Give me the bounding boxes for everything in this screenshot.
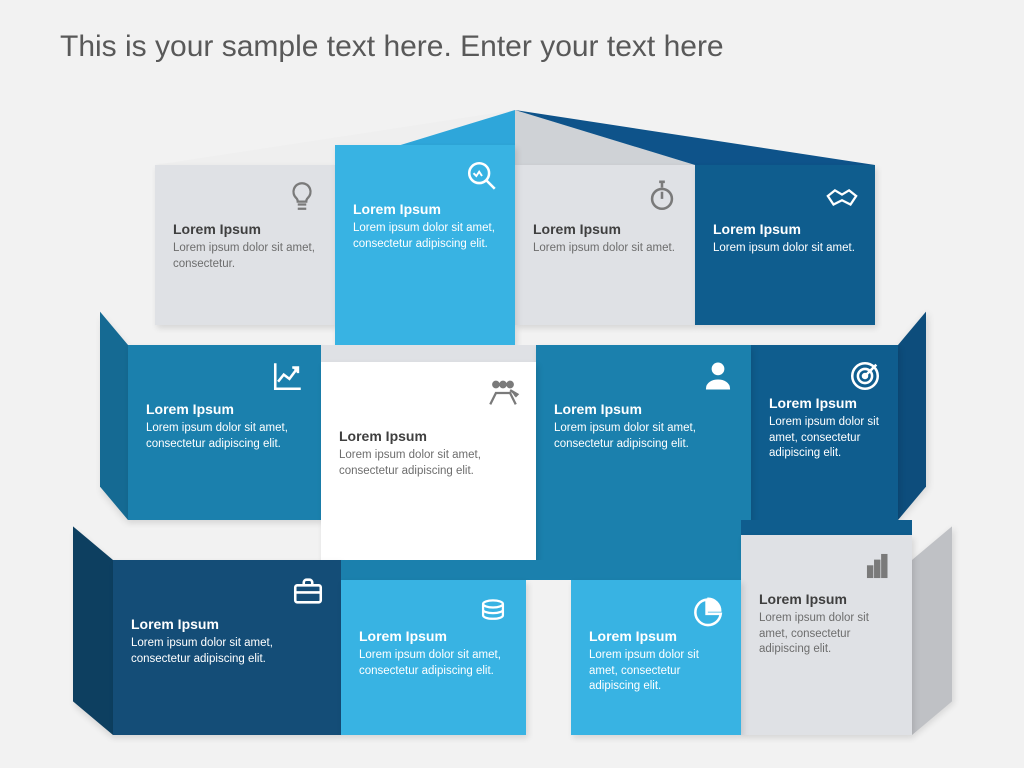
side-3d bbox=[912, 526, 952, 735]
box: Lorem Ipsum Lorem ipsum dolor sit amet, … bbox=[536, 345, 751, 562]
box: Lorem Ipsum Lorem ipsum dolor sit amet. bbox=[695, 165, 875, 325]
box: Lorem Ipsum Lorem ipsum dolor sit amet, … bbox=[741, 535, 912, 735]
box-body: Lorem ipsum dolor sit amet, consectetur … bbox=[554, 421, 733, 452]
box: Lorem Ipsum Lorem ipsum dolor sit amet, … bbox=[571, 580, 741, 735]
box-heading: Lorem Ipsum bbox=[173, 221, 317, 237]
box-body: Lorem ipsum dolor sit amet, consectetur … bbox=[759, 611, 894, 658]
briefcase-icon bbox=[291, 574, 325, 608]
roof-3d bbox=[155, 110, 875, 165]
pie-icon bbox=[691, 594, 725, 628]
box-body: Lorem ipsum dolor sit amet, consectetur. bbox=[173, 241, 317, 272]
box: Lorem Ipsum Lorem ipsum dolor sit amet, … bbox=[751, 345, 898, 520]
handshake-icon bbox=[825, 179, 859, 213]
growth-icon bbox=[271, 359, 305, 393]
box-body: Lorem ipsum dolor sit amet. bbox=[533, 241, 677, 257]
side-3d bbox=[741, 520, 912, 535]
box: Lorem Ipsum Lorem ipsum dolor sit amet, … bbox=[113, 560, 341, 735]
magnifier-icon bbox=[465, 159, 499, 193]
box-heading: Lorem Ipsum bbox=[353, 201, 497, 217]
stopwatch-icon bbox=[645, 179, 679, 213]
box-heading: Lorem Ipsum bbox=[759, 591, 894, 607]
side-3d bbox=[73, 526, 113, 735]
box: Lorem Ipsum Lorem ipsum dolor sit amet, … bbox=[335, 145, 515, 345]
box-body: Lorem ipsum dolor sit amet, consectetur … bbox=[353, 221, 497, 252]
box-heading: Lorem Ipsum bbox=[713, 221, 857, 237]
bars-icon bbox=[862, 549, 896, 583]
side-3d bbox=[321, 345, 536, 363]
box: Lorem Ipsum Lorem ipsum dolor sit amet, … bbox=[321, 362, 536, 562]
side-3d bbox=[100, 312, 128, 520]
box-heading: Lorem Ipsum bbox=[131, 616, 323, 632]
box: Lorem Ipsum Lorem ipsum dolor sit amet. bbox=[515, 165, 695, 325]
box-heading: Lorem Ipsum bbox=[533, 221, 677, 237]
box-body: Lorem ipsum dolor sit amet, consectetur … bbox=[589, 648, 723, 695]
box: Lorem Ipsum Lorem ipsum dolor sit amet, … bbox=[341, 580, 526, 735]
slide-title: This is your sample text here. Enter you… bbox=[60, 30, 724, 64]
box-body: Lorem ipsum dolor sit amet, consectetur … bbox=[146, 421, 303, 452]
team-icon bbox=[486, 376, 520, 410]
side-3d bbox=[341, 560, 741, 580]
box-heading: Lorem Ipsum bbox=[769, 395, 880, 411]
bulb-icon bbox=[285, 179, 319, 213]
box-heading: Lorem Ipsum bbox=[146, 401, 303, 417]
box-body: Lorem ipsum dolor sit amet, consectetur … bbox=[131, 636, 323, 667]
box-heading: Lorem Ipsum bbox=[589, 628, 723, 644]
box: Lorem Ipsum Lorem ipsum dolor sit amet, … bbox=[155, 165, 335, 325]
person-icon bbox=[701, 359, 735, 393]
box-body: Lorem ipsum dolor sit amet. bbox=[713, 241, 857, 257]
slide-canvas: This is your sample text here. Enter you… bbox=[0, 0, 1024, 768]
target-icon bbox=[848, 359, 882, 393]
box-body: Lorem ipsum dolor sit amet, consectetur … bbox=[359, 648, 508, 679]
box-heading: Lorem Ipsum bbox=[339, 428, 518, 444]
box: Lorem Ipsum Lorem ipsum dolor sit amet, … bbox=[128, 345, 321, 520]
coins-icon bbox=[476, 594, 510, 628]
box-heading: Lorem Ipsum bbox=[554, 401, 733, 417]
box-body: Lorem ipsum dolor sit amet, consectetur … bbox=[339, 448, 518, 479]
side-3d bbox=[898, 312, 926, 520]
box-body: Lorem ipsum dolor sit amet, consectetur … bbox=[769, 415, 880, 462]
box-heading: Lorem Ipsum bbox=[359, 628, 508, 644]
